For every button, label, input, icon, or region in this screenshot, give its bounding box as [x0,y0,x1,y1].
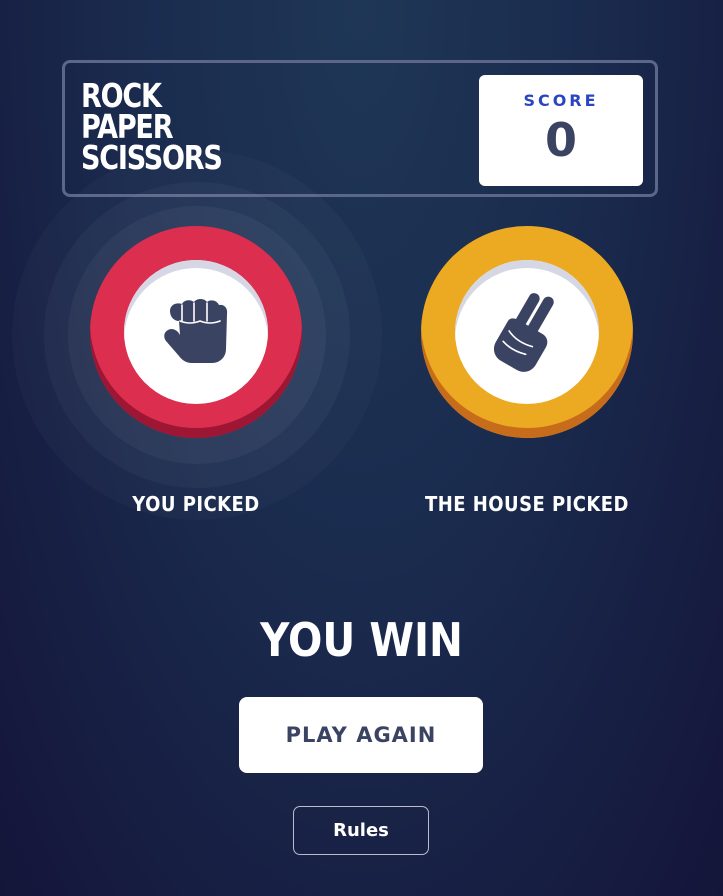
house-pick-inner [455,260,599,404]
result-text: YOU WIN [260,613,463,667]
score-value: 0 [544,113,577,167]
play-again-button[interactable]: PLAY AGAIN [239,697,483,773]
rules-button[interactable]: Rules [293,806,429,855]
rock-fist-icon [164,299,228,363]
house-pick-scissors-token [421,226,633,438]
player-pick-inner [124,260,268,404]
scissors-hand-icon [493,293,554,372]
score-label: SCORE [523,91,599,110]
score-box: SCORE 0 [479,75,643,186]
player-pick-rock-token [90,226,302,438]
you-picked-label: YOU PICKED [132,492,260,516]
house-picked-label: THE HOUSE PICKED [425,492,629,516]
